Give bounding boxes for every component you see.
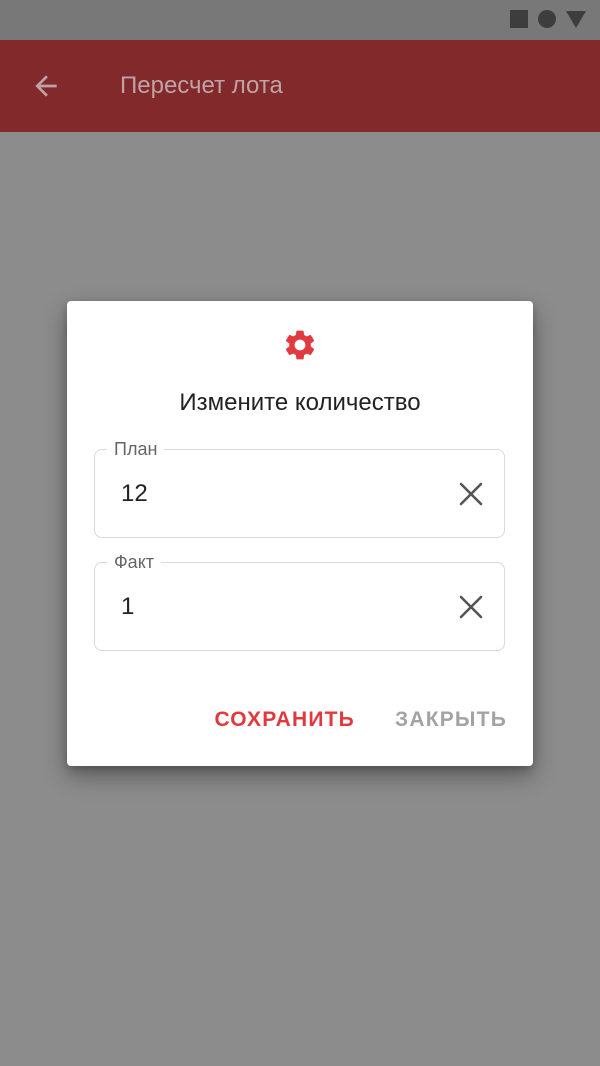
signal-triangle-icon [566, 10, 586, 28]
save-button[interactable]: СОХРАНИТЬ [214, 708, 355, 732]
arrow-left-icon [35, 75, 57, 97]
fact-field-label: Факт [107, 551, 162, 573]
fact-clear-button[interactable] [456, 592, 486, 622]
dialog-actions: СОХРАНИТЬ ЗАКРЫТЬ [214, 708, 507, 732]
stop-square-icon [510, 10, 528, 28]
status-bar [0, 0, 600, 40]
plan-field-label: План [107, 438, 165, 460]
plan-field: План [94, 438, 505, 538]
app-bar: Пересчет лота [0, 40, 600, 132]
gear-icon [282, 327, 318, 363]
close-icon [459, 482, 483, 506]
status-icons [510, 10, 586, 28]
plan-clear-button[interactable] [456, 479, 486, 509]
back-button[interactable] [22, 62, 70, 110]
edit-quantity-dialog: Измените количество План Факт СОХРАНИТЬ … [67, 301, 533, 766]
fact-input[interactable] [121, 592, 421, 622]
close-icon [459, 595, 483, 619]
dialog-title: Измените количество [179, 389, 421, 416]
fact-field: Факт [94, 551, 505, 651]
record-circle-icon [538, 10, 556, 28]
close-button[interactable]: ЗАКРЫТЬ [395, 708, 507, 732]
page-title: Пересчет лота [120, 72, 283, 99]
plan-input[interactable] [121, 479, 421, 509]
